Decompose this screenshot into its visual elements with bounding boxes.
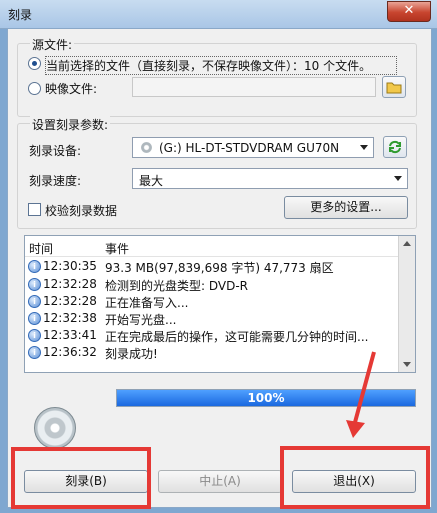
annotation-arrow [346,351,376,438]
